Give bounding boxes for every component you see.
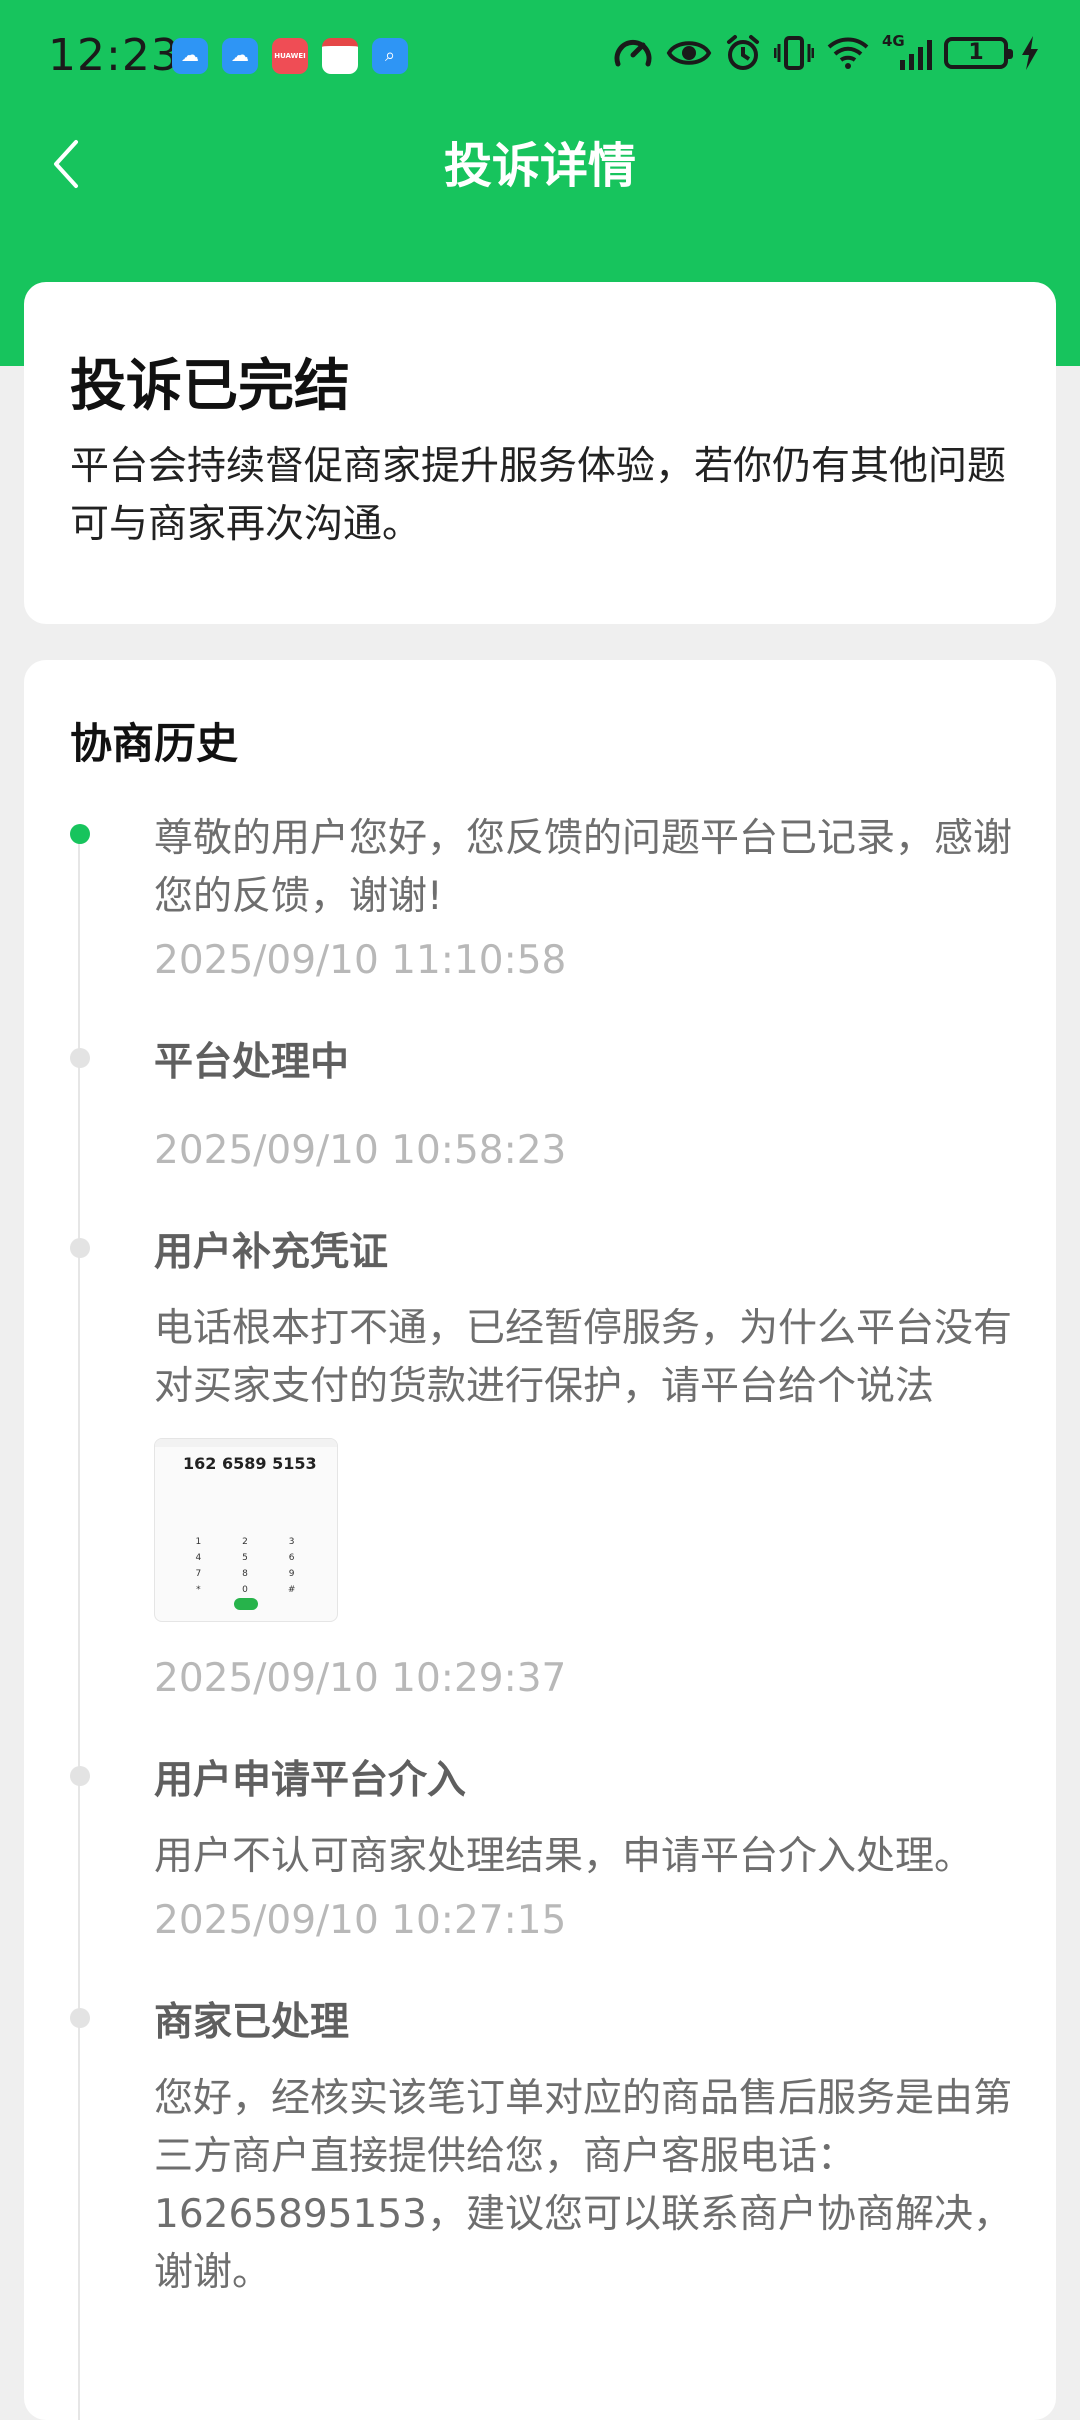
timeline-title: 用户补充凭证 [154, 1230, 389, 1275]
timeline-item: 商家已处理 您好，经核实该笔订单对应的商品售后服务是由第三方商户直接提供给您，商… [70, 1994, 1012, 2302]
calendar-app-icon [322, 38, 358, 74]
timeline-time: 2025/09/10 10:58:23 [154, 1128, 567, 1173]
status-bar: 12:23 ☁ ☁ HUAWEI ⌕ 4G 1 [0, 0, 1080, 112]
page-title: 投诉详情 [443, 138, 636, 194]
navigation-bar: 投诉详情 [0, 112, 1080, 232]
timeline-message: 尊敬的用户您好，您反馈的问题平台已记录，感谢您的反馈，谢谢! [154, 816, 1013, 919]
thumbnail-status-strip [155, 1439, 337, 1447]
search-app-icon: ⌕ [372, 38, 408, 74]
network-label: 4G [882, 32, 905, 50]
negotiation-history-card: 协商历史 尊敬的用户您好，您反馈的问题平台已记录，感谢您的反馈，谢谢! 2025… [24, 660, 1056, 2420]
thumbnail-keypad: 123 456 789 * 0 # [195, 1537, 296, 1595]
signal-icon: 4G [882, 34, 932, 72]
cloud-app-icon: ☁ [222, 38, 258, 74]
timeline-time: 2025/09/10 11:10:58 [154, 938, 567, 983]
timeline-detail: 电话根本打不通，已经暂停服务，为什么平台没有对买家支付的货款进行保护，请平台给个… [154, 1306, 1013, 1409]
thumbnail-call-button [234, 1598, 258, 1610]
evidence-image-thumbnail[interactable]: 162 6589 5153 123 456 789 * 0 # [154, 1438, 338, 1622]
thumbnail-phone-number: 162 6589 5153 [183, 1454, 317, 1473]
system-status-icons: 4G 1 [612, 34, 1040, 72]
timeline-dot [70, 1238, 90, 1258]
huawei-app-icon: HUAWEI [272, 38, 308, 74]
timeline-title: 商家已处理 [154, 2000, 350, 2045]
timeline-title: 平台处理中 [154, 1040, 350, 1085]
timeline-active-dot [70, 824, 90, 844]
timeline-dot [70, 1766, 90, 1786]
eye-icon [666, 41, 712, 65]
timeline-item: 用户补充凭证 电话根本打不通，已经暂停服务，为什么平台没有对买家支付的货款进行保… [70, 1224, 1012, 1708]
timeline-item: 尊敬的用户您好，您反馈的问题平台已记录，感谢您的反馈，谢谢! 2025/09/1… [70, 810, 1012, 990]
battery-icon: 1 [944, 37, 1013, 69]
alarm-icon [727, 35, 759, 70]
complaint-status-description: 平台会持续督促商家提升服务体验，若你仍有其他问题可与商家再次沟通。 [70, 444, 1007, 547]
timeline-time: 2025/09/10 10:27:15 [154, 1898, 567, 1943]
cloud-app-icon: ☁ [172, 38, 208, 74]
vibrate-icon [774, 36, 814, 70]
timeline-item: 用户申请平台介入 用户不认可商家处理结果，申请平台介入处理。 2025/09/1… [70, 1752, 1010, 1950]
timeline-title: 用户申请平台介入 [154, 1758, 467, 1803]
timeline-time: 2025/09/10 10:29:37 [154, 1656, 567, 1701]
complaint-status-title: 投诉已完结 [70, 354, 350, 419]
complaint-status-card: 投诉已完结 平台会持续督促商家提升服务体验，若你仍有其他问题可与商家再次沟通。 [24, 282, 1056, 624]
speed-icon [614, 40, 652, 67]
timeline-dot [70, 2008, 90, 2028]
timeline-detail: 您好，经核实该笔订单对应的商品售后服务是由第三方商户直接提供给您，商户客服电话：… [154, 2076, 1013, 2295]
status-app-icons: ☁ ☁ HUAWEI ⌕ [172, 38, 408, 74]
status-time: 12:23 [48, 30, 180, 81]
huawei-label: HUAWEI [274, 51, 306, 60]
battery-level: 1 [968, 40, 984, 65]
charging-icon [1022, 36, 1038, 70]
timeline-item: 平台处理中 2025/09/10 10:58:23 [70, 1034, 1010, 1180]
timeline-dot [70, 1048, 90, 1068]
wifi-icon [827, 37, 869, 69]
negotiation-timeline: 尊敬的用户您好，您反馈的问题平台已记录，感谢您的反馈，谢谢! 2025/09/1… [70, 810, 1012, 2420]
negotiation-history-title: 协商历史 [70, 719, 239, 768]
timeline-detail: 用户不认可商家处理结果，申请平台介入处理。 [154, 1834, 974, 1879]
